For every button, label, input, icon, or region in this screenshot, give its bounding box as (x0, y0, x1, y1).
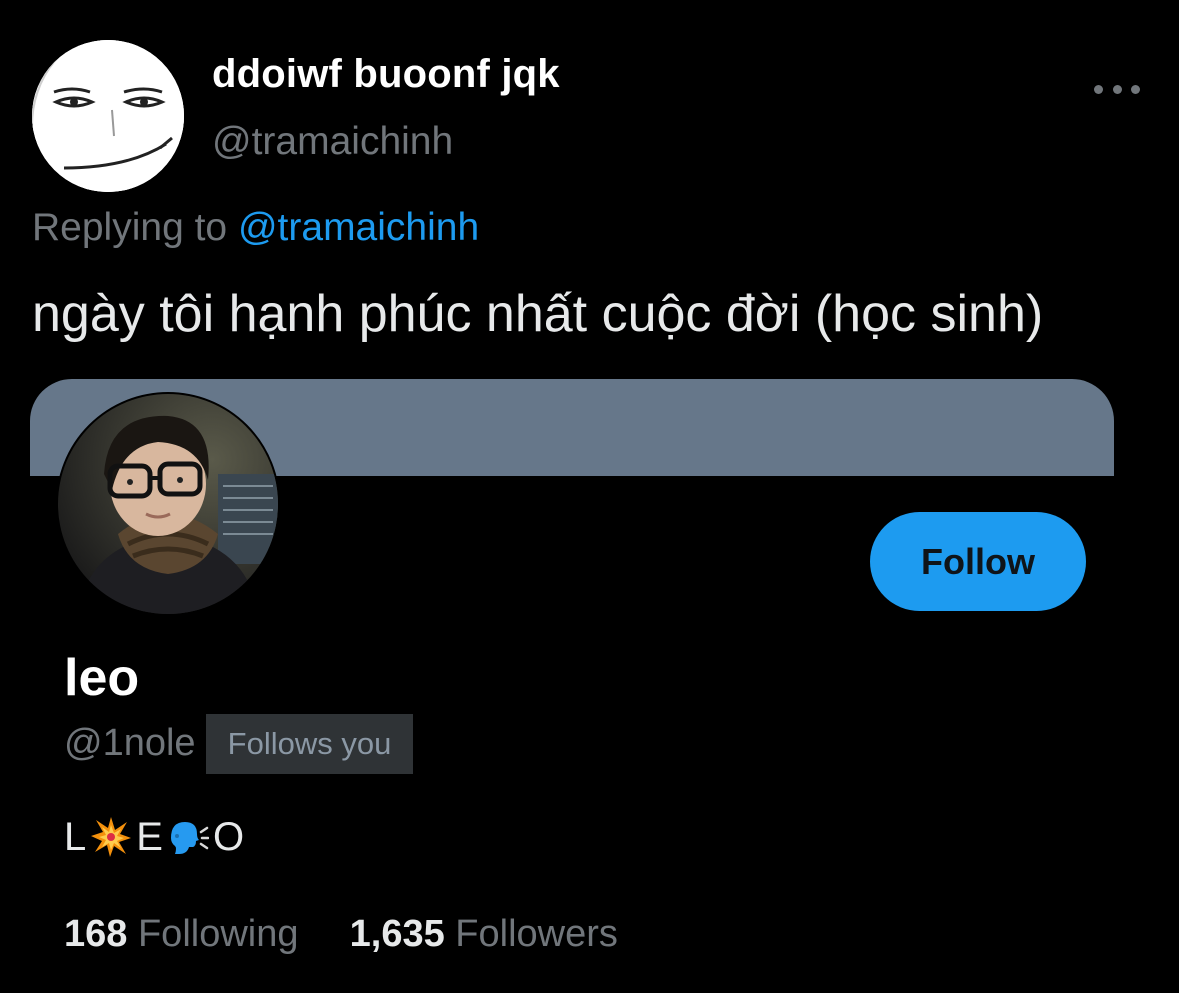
following-label: Following (137, 913, 299, 955)
bio-text-1: L (64, 814, 87, 859)
collision-emoji-icon (90, 816, 132, 858)
author-handle[interactable]: @tramaichinh (212, 120, 453, 164)
followers-count: 1,635 (349, 913, 445, 955)
replying-to-mention[interactable]: @tramaichinh (238, 206, 479, 249)
profile-stats: 168 Following 1,635 Followers (64, 913, 618, 956)
author-avatar[interactable] (32, 40, 184, 192)
followers-stat[interactable]: 1,635 Followers (350, 913, 618, 956)
man-face-icon (32, 40, 184, 192)
replying-to-line: Replying to @tramaichinh (32, 206, 479, 250)
user-photo-icon (58, 394, 278, 614)
following-count: 168 (64, 913, 128, 955)
bio-text-2: E (136, 814, 163, 859)
speaking-head-emoji-icon (167, 816, 209, 858)
follows-you-badge: Follows you (206, 714, 413, 774)
ellipsis-icon[interactable] (1094, 74, 1140, 104)
replying-to-label: Replying to (32, 206, 228, 249)
followers-label: Followers (455, 913, 618, 955)
profile-avatar[interactable] (56, 392, 280, 616)
bio-text-3: O (212, 814, 245, 859)
profile-bio: L E O (64, 813, 244, 861)
profile-handle[interactable]: @1nole (64, 722, 196, 765)
profile-name[interactable]: leo (64, 648, 139, 708)
author-display-name[interactable]: ddoiwf buoonf jqk (212, 52, 560, 97)
tweet-text: ngày tôi hạnh phúc nhất cuộc đời (học si… (32, 285, 1044, 343)
follow-button[interactable]: Follow (870, 512, 1086, 611)
following-stat[interactable]: 168 Following (64, 913, 299, 956)
